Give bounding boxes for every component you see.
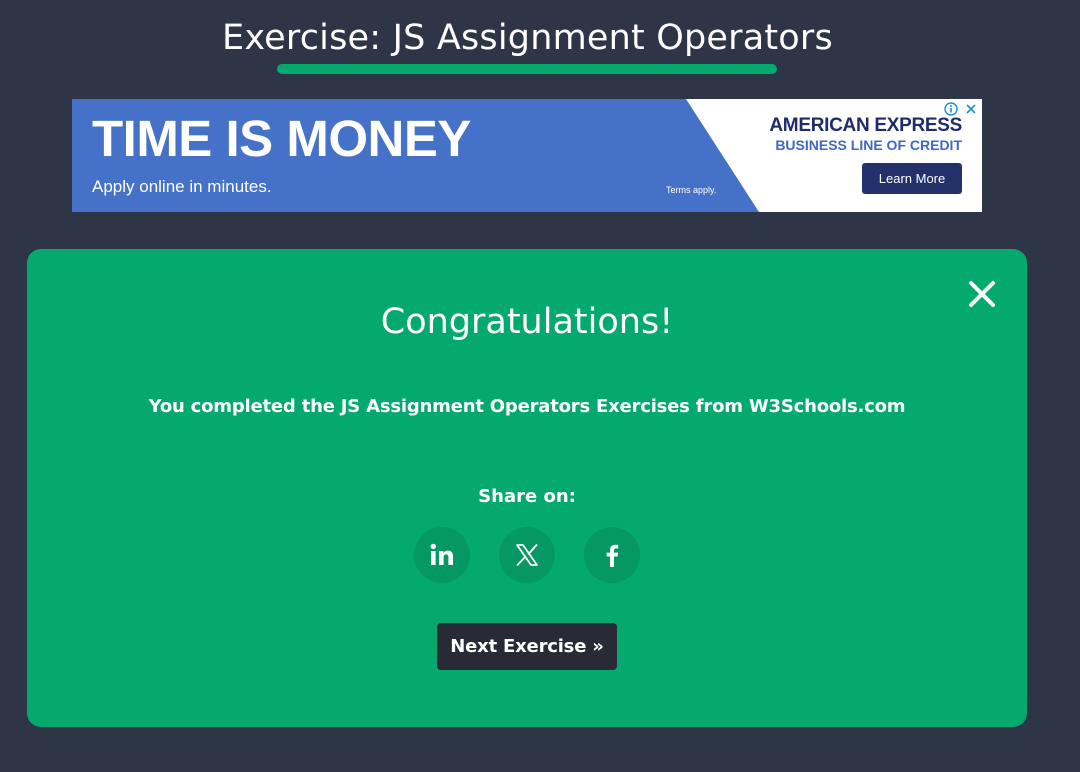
share-label: Share on: <box>478 486 576 507</box>
share-linkedin-button[interactable] <box>414 527 470 583</box>
ad-terms: Terms apply. <box>666 185 717 195</box>
modal-heading: Congratulations! <box>380 302 674 342</box>
info-icon[interactable] <box>944 102 958 116</box>
ad-brand-sub: BUSINESS LINE OF CREDIT <box>775 137 962 153</box>
congratulations-modal: Congratulations! You completed the JS As… <box>27 249 1027 727</box>
share-facebook-button[interactable] <box>584 527 640 583</box>
page-title: Exercise: JS Assignment Operators <box>222 18 833 58</box>
title-underline <box>277 64 777 74</box>
next-exercise-button[interactable]: Next Exercise » <box>437 623 617 670</box>
close-icon[interactable] <box>964 102 978 116</box>
share-x-button[interactable] <box>499 527 555 583</box>
x-icon <box>516 544 538 566</box>
ad-brand: AMERICAN EXPRESS <box>769 115 962 136</box>
ad-subtext: Apply online in minutes. <box>92 177 272 196</box>
completion-message: You completed the JS Assignment Operator… <box>148 396 906 417</box>
ad-banner[interactable]: TIME IS MONEY Apply online in minutes. T… <box>72 99 982 212</box>
linkedin-icon <box>430 543 453 565</box>
facebook-icon <box>606 544 619 567</box>
ad-learn-more-button[interactable]: Learn More <box>862 163 962 194</box>
ad-headline: TIME IS MONEY <box>92 110 471 167</box>
